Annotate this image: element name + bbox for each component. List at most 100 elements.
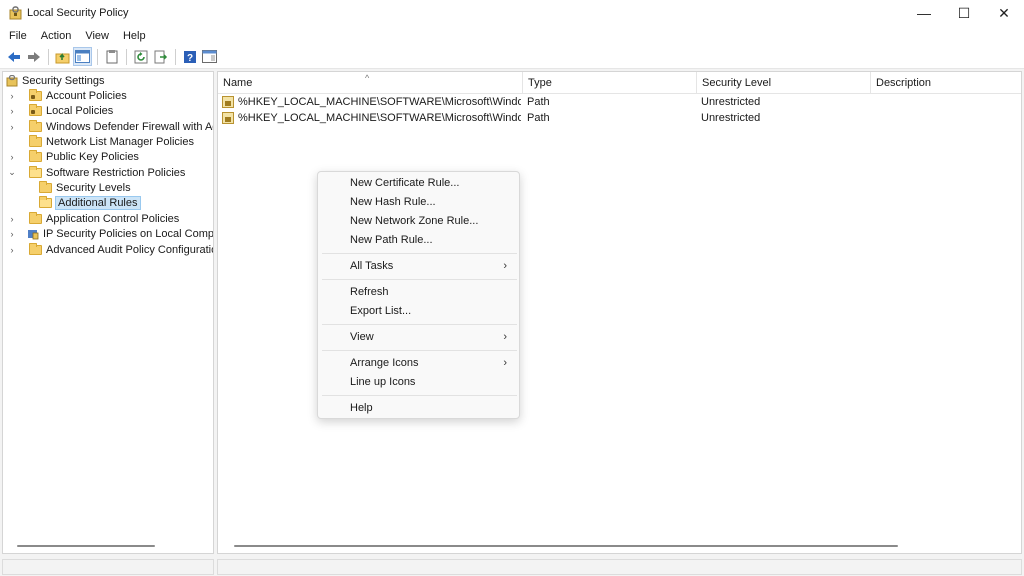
menu-item-all-tasks[interactable]: All Tasks › — [322, 257, 517, 276]
tree-item-network-list-manager[interactable]: Network List Manager Policies — [7, 134, 194, 149]
tree-item-additional-rules[interactable]: Additional Rules — [23, 195, 141, 210]
submenu-arrow-icon: › — [503, 260, 507, 272]
menu-item-new-certificate-rule[interactable]: New Certificate Rule... — [322, 174, 517, 193]
expander-icon[interactable]: ⌄ — [7, 165, 17, 180]
svg-text:?: ? — [186, 53, 192, 64]
row-description — [875, 94, 1015, 110]
tree-item-label: Advanced Audit Policy Configuration — [46, 243, 214, 256]
tree-item-label: Local Policies — [46, 104, 114, 117]
security-settings-icon — [6, 74, 18, 87]
show-hide-tree-icon[interactable] — [73, 47, 92, 66]
column-header-type[interactable]: Type — [523, 72, 697, 94]
export-list-icon[interactable] — [151, 47, 170, 66]
title-bar: Local Security Policy — ☐ ✕ — [0, 0, 1024, 26]
row-name: %HKEY_LOCAL_MACHINE\SOFTWARE\Microsoft\W… — [238, 96, 521, 108]
table-row[interactable]: %HKEY_LOCAL_MACHINE\SOFTWARE\Microsoft\W… — [218, 110, 1021, 126]
menu-item-new-network-zone-rule[interactable]: New Network Zone Rule... — [322, 212, 517, 231]
menu-item-line-up-icons[interactable]: Line up Icons — [322, 373, 517, 392]
expander-icon[interactable]: › — [7, 211, 17, 226]
folder-icon — [29, 211, 42, 224]
back-arrow-icon[interactable] — [4, 47, 23, 66]
tree-item-ip-security-policies[interactable]: › IP Security Policies on Local Computer — [7, 226, 214, 241]
close-button[interactable]: ✕ — [984, 0, 1024, 26]
column-header-name[interactable]: ^ Name — [218, 72, 523, 94]
column-header-security-level[interactable]: Security Level — [697, 72, 871, 94]
menu-separator — [322, 350, 517, 351]
tree-item-label: IP Security Policies on Local Computer — [43, 227, 214, 240]
menu-separator — [322, 279, 517, 280]
column-header-label: Name — [223, 77, 253, 89]
menu-action[interactable]: Action — [36, 30, 77, 42]
context-menu: New Certificate Rule... New Hash Rule...… — [317, 171, 520, 419]
window-title: Local Security Policy — [27, 7, 129, 19]
folder-open-icon — [39, 195, 52, 208]
maximize-button[interactable]: ☐ — [944, 0, 984, 26]
row-security-level: Unrestricted — [701, 96, 761, 108]
menu-bar: File Action View Help — [0, 26, 1024, 45]
security-policy-app-icon — [9, 6, 23, 20]
expander-icon[interactable]: › — [7, 226, 17, 241]
row-security-level: Unrestricted — [701, 112, 761, 124]
tree-item-label: Public Key Policies — [46, 150, 139, 163]
menu-item-label: View — [350, 331, 374, 343]
tree-item-public-key-policies[interactable]: › Public Key Policies — [7, 149, 139, 164]
up-folder-icon[interactable] — [53, 47, 72, 66]
expander-icon[interactable]: › — [7, 103, 17, 118]
menu-item-help[interactable]: Help — [322, 399, 517, 418]
expander-icon[interactable]: › — [7, 119, 17, 134]
tree-item-account-policies[interactable]: › Account Policies — [7, 88, 127, 103]
properties-icon[interactable] — [102, 47, 121, 66]
column-header-label: Security Level — [702, 77, 772, 89]
toolbar-separator — [48, 48, 49, 65]
tree-item-label: Additional Rules — [55, 195, 141, 210]
menu-item-label: New Certificate Rule... — [350, 177, 460, 189]
menu-item-export-list[interactable]: Export List... — [322, 302, 517, 321]
tree-item-windows-defender-firewall[interactable]: › Windows Defender Firewall with Advance… — [7, 119, 213, 134]
menu-item-new-hash-rule[interactable]: New Hash Rule... — [322, 193, 517, 212]
tree-item-application-control-policies[interactable]: › Application Control Policies — [7, 211, 179, 226]
tree-root[interactable]: Security Settings — [6, 73, 105, 88]
menu-separator — [322, 324, 517, 325]
tree-item-software-restriction-policies[interactable]: ⌄ Software Restriction Policies — [7, 165, 185, 180]
menu-item-refresh[interactable]: Refresh — [322, 283, 517, 302]
tree-pane[interactable]: Security Settings › Account Policies › L… — [2, 71, 214, 554]
tree-horizontal-scrollbar[interactable] — [17, 545, 155, 547]
menu-separator — [322, 253, 517, 254]
folder-icon — [39, 180, 52, 193]
menu-file[interactable]: File — [4, 30, 32, 42]
minimize-button[interactable]: — — [904, 0, 944, 26]
menu-separator — [322, 395, 517, 396]
table-row[interactable]: %HKEY_LOCAL_MACHINE\SOFTWARE\Microsoft\W… — [218, 94, 1021, 110]
help-icon[interactable]: ? — [180, 47, 199, 66]
column-header-description[interactable]: Description — [871, 72, 1021, 94]
folder-icon — [29, 242, 42, 255]
list-horizontal-scrollbar[interactable] — [234, 545, 898, 547]
menu-item-new-path-rule[interactable]: New Path Rule... — [322, 231, 517, 250]
menu-item-label: New Path Rule... — [350, 234, 433, 246]
tree-item-security-levels[interactable]: Security Levels — [23, 180, 131, 195]
folder-open-icon — [29, 165, 42, 178]
tree-item-label: Software Restriction Policies — [46, 166, 186, 179]
menu-item-arrange-icons[interactable]: Arrange Icons › — [322, 354, 517, 373]
row-name: %HKEY_LOCAL_MACHINE\SOFTWARE\Microsoft\W… — [238, 112, 521, 124]
folder-icon — [29, 119, 42, 132]
forward-arrow-icon[interactable] — [24, 47, 43, 66]
expander-icon[interactable]: › — [7, 88, 17, 103]
shield-icon — [27, 228, 39, 240]
toolbar-separator — [175, 48, 176, 65]
tree-item-advanced-audit-policy[interactable]: › Advanced Audit Policy Configuration — [7, 242, 214, 257]
refresh-icon[interactable] — [131, 47, 150, 66]
expander-icon[interactable]: › — [7, 149, 17, 164]
tree-item-local-policies[interactable]: › Local Policies — [7, 103, 113, 118]
action-pane-icon[interactable] — [200, 47, 219, 66]
toolbar: ? — [0, 45, 1024, 69]
lock-folder-icon — [29, 88, 42, 101]
menu-item-label: All Tasks — [350, 260, 394, 272]
expander-icon[interactable]: › — [7, 242, 17, 257]
menu-item-view[interactable]: View › — [322, 328, 517, 347]
menu-view[interactable]: View — [80, 30, 114, 42]
menu-help[interactable]: Help — [118, 30, 151, 42]
tree-item-label: Network List Manager Policies — [46, 135, 194, 148]
row-type: Path — [527, 112, 550, 124]
expander-icon — [23, 180, 33, 195]
